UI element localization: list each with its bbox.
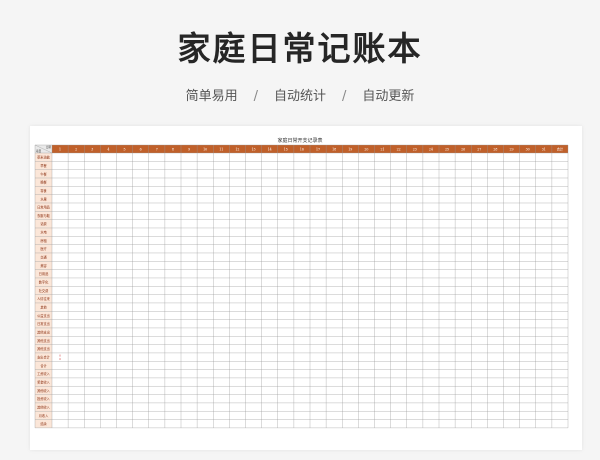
day-header: 15 <box>284 148 288 152</box>
cell-mark: 0 <box>59 357 61 361</box>
row-label: 其他支出 <box>37 338 50 343</box>
row-label: 社交费 <box>39 288 49 293</box>
day-header: 19 <box>348 148 352 152</box>
row-label: 早餐 <box>40 163 47 168</box>
row-label: 菜米油盐 <box>37 155 51 160</box>
row-label: 水果 <box>40 196 47 201</box>
row-label: 人情往来 <box>37 296 51 301</box>
row-label: 合计 <box>40 363 47 368</box>
row-label: 零食 <box>40 188 47 193</box>
row-label: 房租 <box>40 238 47 243</box>
day-header: 8 <box>172 148 174 152</box>
day-header: 16 <box>300 148 304 152</box>
row-label: 日常支出 <box>37 321 50 326</box>
row-label: 其他支出 <box>37 346 50 351</box>
corner-label-date: 日期 <box>46 145 52 149</box>
day-header: 6 <box>140 148 142 152</box>
row-label: 其他 <box>40 305 47 310</box>
day-header: 7 <box>156 148 158 152</box>
day-header: 12 <box>235 148 239 152</box>
day-header: 14 <box>268 148 272 152</box>
row-label: 交通 <box>40 255 47 260</box>
day-header: 23 <box>413 148 417 152</box>
row-label: 月收入 <box>39 413 49 418</box>
day-header: 30 <box>526 148 530 152</box>
day-header: 18 <box>332 148 336 152</box>
row-label: 其他支出 <box>37 330 50 335</box>
row-label: 衣服与鞋 <box>37 213 51 218</box>
day-header: 1 <box>59 148 61 152</box>
day-header: 28 <box>493 148 497 152</box>
row-label: 公益支出 <box>37 313 50 318</box>
row-label: 工资收入 <box>37 371 51 376</box>
row-label: 日常用品 <box>37 205 50 210</box>
day-header: 3 <box>91 148 93 152</box>
row-label: 美容 <box>40 263 47 268</box>
day-header: 10 <box>203 148 207 152</box>
row-label: 支出合计 <box>37 355 51 360</box>
row-label: 晚餐 <box>40 180 47 185</box>
total-header: 合计 <box>557 147 564 152</box>
row-label: 话费 <box>40 221 46 226</box>
day-header: 24 <box>429 148 433 152</box>
cell-mark: 0 <box>59 354 61 358</box>
row-label: 午餐 <box>40 171 47 176</box>
day-header: 29 <box>510 148 514 152</box>
row-label: 投资收入 <box>37 396 51 401</box>
row-label: 结余 <box>40 421 47 426</box>
ledger-table: 日期项目 1 2 3 4 5 6 7 8 9 10 11 12 13 14 15 16 17 18 19 20 21 22 2… <box>34 144 569 429</box>
row-label: 数字化 <box>39 280 49 285</box>
day-header: 20 <box>364 148 368 152</box>
row-label: 医疗 <box>40 246 47 251</box>
day-header: 31 <box>542 148 546 152</box>
day-header: 27 <box>477 148 481 152</box>
row-label: 其他收入 <box>37 405 51 410</box>
day-header: 9 <box>188 148 190 152</box>
day-header: 2 <box>75 148 77 152</box>
row-label: 水电 <box>40 230 47 235</box>
day-header: 26 <box>461 148 465 152</box>
day-header: 11 <box>219 148 223 152</box>
day-header: 4 <box>107 148 109 152</box>
day-header: 17 <box>316 148 320 152</box>
day-header: 5 <box>124 148 126 152</box>
day-header: 21 <box>381 148 385 152</box>
row-label: 奖金收入 <box>37 380 51 385</box>
day-header: 22 <box>397 148 401 152</box>
corner-label-item: 项目 <box>36 149 42 153</box>
row-label: 日用品 <box>39 272 49 276</box>
row-label: 其他收入 <box>37 388 51 393</box>
day-header: 13 <box>252 148 256 152</box>
day-header: 25 <box>445 148 449 152</box>
